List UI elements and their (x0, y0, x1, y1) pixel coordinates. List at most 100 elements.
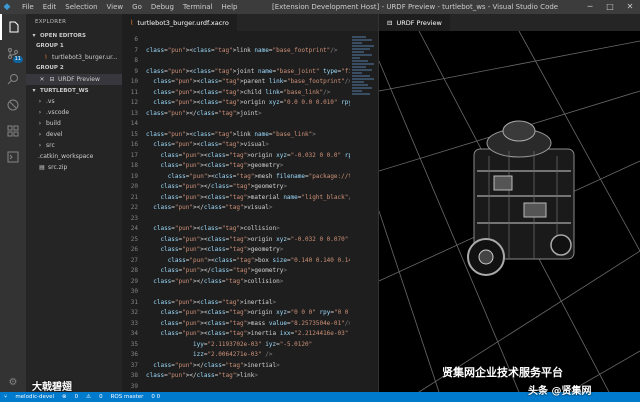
line-number: 12 (130, 99, 138, 106)
code-line: 34 class="pun"><class="tag">inertia ixx=… (122, 329, 350, 340)
explorer-sidebar: EXPLORER ▾ OPEN EDITORS GROUP 1 ⌇ turtlebo… (26, 14, 122, 392)
folder-vs[interactable]: › .vs (26, 96, 122, 107)
line-text: class="pun"></class="tag">joint> (146, 109, 262, 117)
chevron-right-icon: › (38, 120, 42, 127)
watermark-left: 大戟碧翅 (32, 382, 72, 393)
remote-terminal-icon[interactable] (0, 144, 26, 170)
line-number: 38 (130, 372, 138, 379)
menu-file[interactable]: File (22, 3, 34, 11)
maximize-button[interactable]: □ (600, 0, 620, 14)
line-number: 9 (134, 67, 138, 75)
menu-help[interactable]: Help (222, 3, 238, 11)
folder-vscode[interactable]: › .vscode (26, 107, 122, 118)
gear-icon[interactable]: ⚙ (0, 377, 26, 388)
chevron-right-icon: › (38, 109, 42, 116)
open-editors-section[interactable]: ▾ OPEN EDITORS (26, 30, 122, 41)
source-control-icon[interactable]: 11 (0, 40, 26, 66)
editor-tab-urdf[interactable]: ⌇ turtlebot3_burger.urdf.xacro (122, 14, 237, 31)
code-line: 10 class="pun"><class="tag">parent link=… (122, 77, 350, 88)
folder-build[interactable]: › build (26, 118, 122, 129)
code-line: 15 class="pun"><class="tag">link name="ba… (122, 130, 350, 141)
search-icon[interactable] (0, 66, 26, 92)
warning-count[interactable]: 0 (99, 394, 103, 400)
menu-view[interactable]: View (107, 3, 124, 11)
minimize-button[interactable]: ─ (580, 0, 600, 14)
warning-icon: ⚠ (86, 394, 92, 400)
window-controls: ─ □ ✕ (580, 0, 640, 14)
line-number: 14 (130, 120, 138, 127)
error-count[interactable]: 0 (75, 394, 79, 400)
line-text: class="pun"><class="tag">box size="0.140… (167, 256, 350, 264)
line-number: 37 (130, 361, 138, 369)
urdf-preview-pane: ⊟ URDF Preview (378, 14, 640, 392)
code-line: 17 class="pun"><class="tag">origin xyz="… (122, 151, 350, 162)
line-number: 24 (130, 225, 138, 232)
close-icon[interactable]: ✕ (38, 74, 46, 85)
line-text: class="pun"></class="tag">inertial> (153, 361, 280, 369)
extensions-icon[interactable] (0, 118, 26, 144)
line-number: 26 (130, 246, 138, 253)
file-src-zip[interactable]: ▤ src.zip (26, 162, 122, 173)
close-button[interactable]: ✕ (620, 0, 640, 14)
line-text: class="pun"></class="tag">geometry> (160, 267, 287, 274)
menu-go[interactable]: Go (132, 3, 142, 11)
urdf-3d-viewport[interactable] (379, 31, 640, 392)
code-line: 29 class="pun"></class="tag">collision> (122, 277, 350, 288)
folder-src[interactable]: › src (26, 140, 122, 151)
debug-icon[interactable] (0, 92, 26, 118)
line-text: class="pun"><class="tag">geometry> (160, 162, 284, 169)
code-line: 19 class="pun"><class="tag">mesh filenam… (122, 172, 350, 183)
line-text: class="pun"><class="tag">geometry> (160, 246, 284, 253)
line-text: class="pun"><class="tag">parent link="ba… (153, 78, 350, 85)
code-line: 26 class="pun"><class="tag">geometry> (122, 245, 350, 256)
open-editor-urdf-preview[interactable]: ✕ ⊟ URDF Preview (26, 74, 122, 85)
code-line: 23 (122, 214, 350, 225)
line-number: 39 (130, 382, 138, 390)
line-text: class="pun"><class="tag">link name="base… (146, 46, 338, 54)
open-editor-urdf-file[interactable]: ⌇ turtlebot3_burger.ur... (26, 52, 122, 63)
code-line: 20 class="pun"></class="tag">geometry> (122, 182, 350, 193)
error-icon: ⊗ (62, 394, 67, 400)
code-line: 27 class="pun"><class="tag">box size="0.… (122, 256, 350, 267)
line-number: 18 (130, 162, 138, 169)
source-control-badge: 11 (12, 56, 23, 63)
line-number: 19 (130, 172, 138, 180)
zip-file-icon: ▤ (39, 164, 45, 171)
rss-file-icon: ⌇ (44, 54, 48, 61)
code-line: 30 (122, 287, 350, 298)
folder-devel[interactable]: › devel (26, 129, 122, 140)
line-text: class="pun"><class="tag">origin xyz="0 0… (160, 309, 349, 316)
code-line: 38 class="pun"></class="tag">link> (122, 371, 350, 382)
menu-edit[interactable]: Edit (43, 3, 57, 11)
preview-tab[interactable]: ⊟ URDF Preview (379, 14, 450, 31)
explorer-icon[interactable] (0, 14, 26, 40)
code-line: 16 class="pun"><class="tag">visual> (122, 140, 350, 151)
line-text: class="pun"><class="tag">visual> (153, 141, 269, 148)
branch-label[interactable]: melodic-devel (15, 394, 54, 400)
menu-bar: File Edit Selection View Go Debug Termin… (22, 3, 237, 11)
line-text: class="pun"></class="tag">visual> (153, 204, 273, 211)
code-editor[interactable]: 6 7 class="pun"><class="tag">link name="ba… (122, 35, 350, 392)
editor-group-1: ⌇ turtlebot3_burger.urdf.xacro 6 7 class="… (122, 14, 378, 392)
line-number: 20 (130, 183, 138, 190)
line-number: 31 (130, 298, 138, 306)
ros-status[interactable]: ROS master (111, 394, 144, 400)
line-text: class="pun"><class="tag">mass value="8.2… (160, 319, 350, 327)
code-line: 25 class="pun"><class="tag">origin xyz="… (122, 235, 350, 246)
explorer-header: EXPLORER (35, 19, 67, 25)
editor-tab-bar: ⌇ turtlebot3_burger.urdf.xacro (122, 14, 378, 31)
line-number: 35 (130, 340, 138, 348)
title-bar: ◆ File Edit Selection View Go Debug Term… (0, 0, 640, 14)
minimap[interactable] (350, 35, 378, 145)
line-text: izz="2.0064271e-03" /> (192, 351, 273, 358)
menu-terminal[interactable]: Terminal (183, 3, 213, 11)
line-number: 8 (134, 57, 138, 64)
workspace-section[interactable]: ▾ TURTLEBOT_WS (26, 85, 122, 96)
file-catkin-workspace[interactable]: .catkin_workspace (26, 151, 122, 162)
line-text: class="pun"><class="tag">link name="base… (146, 130, 316, 138)
line-text: class="pun"><class="tag">child link="bas… (153, 88, 331, 96)
line-number: 34 (130, 330, 138, 337)
line-text: iyy="2.1193702e-03" iyz="-5.0120" (192, 340, 313, 348)
menu-selection[interactable]: Selection (65, 3, 97, 11)
menu-debug[interactable]: Debug (151, 3, 174, 11)
